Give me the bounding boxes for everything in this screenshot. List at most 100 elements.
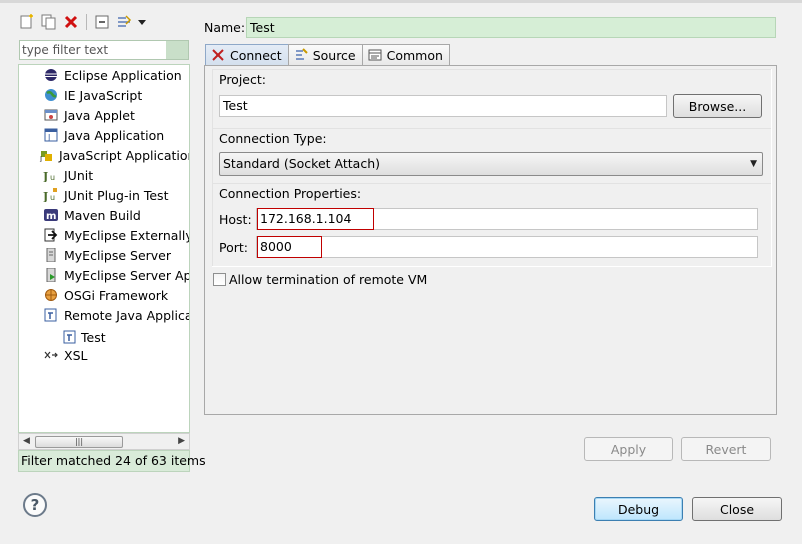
connection-type-value: Standard (Socket Attach) [223,156,380,171]
tree-item-label: JUnit [64,167,94,183]
tree-item-myeclipse-server[interactable]: MyEclipse Server [43,245,171,265]
common-icon [367,47,383,63]
connection-properties-label: Connection Properties: [219,186,362,201]
tab-label: Connect [230,47,282,63]
tree-item-label: MyEclipse Server App [64,267,190,283]
window-top-border [0,0,802,3]
scrollbar-thumb[interactable]: ||| [35,436,123,448]
apply-button[interactable]: Apply [584,437,673,461]
svg-text:J: J [43,190,48,202]
filter-clear-button[interactable] [166,41,188,59]
tab-common[interactable]: Common [361,44,450,65]
connection-type-label: Connection Type: [219,131,327,146]
project-label: Project: [219,72,266,87]
tree-item-java-applet[interactable]: Java Applet [43,105,135,125]
allow-termination-checkbox[interactable] [213,273,226,286]
config-tree: Eclipse Application IE JavaScript Java A… [18,64,190,433]
svg-text:m: m [46,211,56,222]
remote-config-icon [62,329,78,345]
source-icon [293,47,309,63]
browse-button[interactable]: Browse... [673,94,762,118]
tab-connect[interactable]: Connect [205,44,289,65]
port-label: Port: [219,240,248,255]
eclipse-icon [43,67,59,83]
help-icon[interactable]: ? [23,493,47,517]
tree-item-maven-build[interactable]: m Maven Build [43,205,141,225]
duplicate-icon[interactable] [40,13,58,31]
tree-item-label: MyEclipse Externally L [64,227,190,243]
globe-icon [43,87,59,103]
tab-label: Source [312,47,356,63]
tree-item-junit-plugin-test[interactable]: Ju JUnit Plug-in Test [43,185,168,205]
host-label: Host: [219,212,252,227]
server-icon [43,247,59,263]
tree-item-label: Remote Java Applicat [64,307,190,323]
svg-text:J: J [43,170,48,182]
name-input[interactable]: Test [246,17,776,38]
chevron-down-icon[interactable] [137,13,147,31]
junit-icon: Ju [43,167,59,183]
tree-item-label: Test [81,329,106,345]
svg-text:u: u [50,173,55,182]
revert-button[interactable]: Revert [681,437,771,461]
filter-icon[interactable] [115,13,133,31]
tree-item-label: MyEclipse Server [64,247,172,263]
chevron-down-icon: ▼ [750,159,757,169]
new-config-icon[interactable] [18,13,36,31]
svg-text:u: u [50,193,55,202]
debug-button[interactable]: Debug [594,497,683,521]
collapse-all-icon[interactable] [93,13,111,31]
connection-type-select[interactable]: Standard (Socket Attach) ▼ [219,152,763,176]
tree-item-label: IE JavaScript [64,87,143,103]
connect-icon [210,47,226,63]
port-input[interactable]: 8000 [256,236,758,258]
tree-item-myeclipse-server-app[interactable]: MyEclipse Server App [43,265,190,285]
tree-item-label: Java Applet [64,107,135,123]
filter-input[interactable] [20,41,166,59]
tree-item-label: OSGi Framework [64,287,169,303]
tree-item-remote-java-application[interactable]: Remote Java Applicat [43,305,190,325]
delete-icon[interactable] [62,13,80,31]
tree-item-javascript-application[interactable]: J JavaScript Application [38,145,190,165]
project-input[interactable]: Test [219,95,667,117]
tree-item-ie-javascript[interactable]: IE JavaScript [43,85,142,105]
server-app-icon [43,267,59,283]
tree-item-osgi-framework[interactable]: OSGi Framework [43,285,168,305]
tree-horizontal-scrollbar[interactable]: ◀ ||| ▶ [18,433,190,450]
port-highlight-box [257,236,322,258]
host-highlight-box [257,208,374,230]
svg-text:J: J [39,155,42,162]
connect-panel: Project: Test Browse... Connection Type:… [204,65,777,415]
tree-item-label: Java Application [64,127,165,143]
tab-strip: Connect Source Common [205,44,450,66]
tree-item-java-application[interactable]: J Java Application [43,125,164,145]
filter-status: Filter matched 24 of 63 items [18,450,206,472]
tree-item-label: Maven Build [64,207,141,223]
tree-item-eclipse-application[interactable]: Eclipse Application [43,65,182,85]
launch-config-panel: Eclipse Application IE JavaScript Java A… [14,8,206,474]
tab-label: Common [386,47,443,63]
scroll-right-icon[interactable]: ▶ [178,436,185,446]
close-button[interactable]: Close [692,497,782,521]
tree-item-label: JavaScript Application [59,147,190,163]
remote-java-icon [43,307,59,323]
toolbar-separator [86,14,87,30]
javascript-icon: J [38,147,54,163]
tab-source[interactable]: Source [287,44,363,65]
tree-item-junit[interactable]: Ju JUnit [43,165,93,185]
java-app-icon: J [43,127,59,143]
name-label: Name: [204,20,246,35]
allow-termination-label: Allow termination of remote VM [229,272,428,287]
tree-item-myeclipse-externally[interactable]: MyEclipse Externally L [43,225,190,245]
applet-icon [43,107,59,123]
scroll-left-icon[interactable]: ◀ [23,436,30,446]
tree-item-test[interactable]: Test [62,327,106,347]
tree-item-label: JUnit Plug-in Test [64,187,169,203]
myeclipse-external-icon [43,227,59,243]
xsl-icon [43,347,59,363]
osgi-icon [43,287,59,303]
tree-item-label: Eclipse Application [64,67,182,83]
junit-plugin-icon: Ju [43,187,59,203]
maven-icon: m [43,207,59,223]
tree-item-xsl[interactable]: XSL [43,345,87,365]
